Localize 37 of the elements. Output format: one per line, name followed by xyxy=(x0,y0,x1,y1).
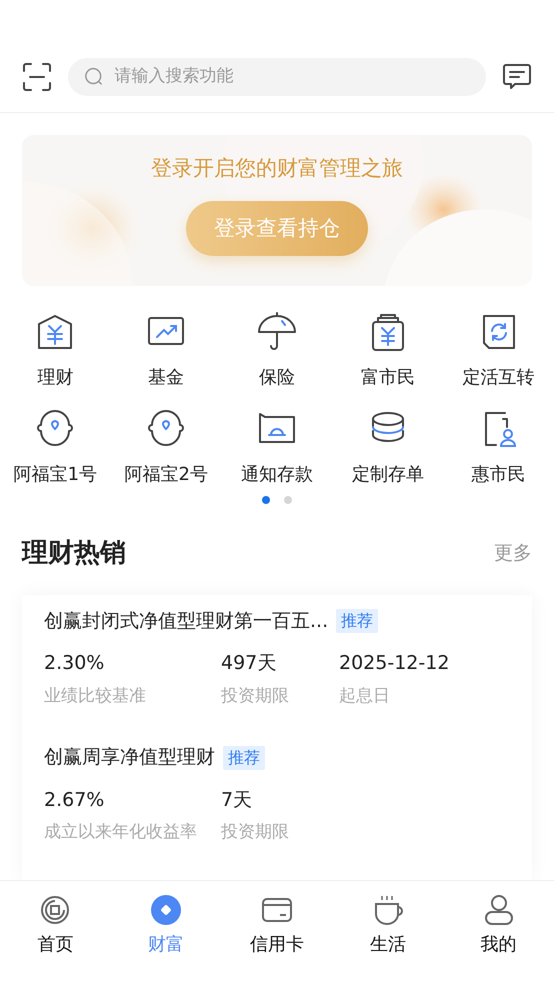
shortcut-item[interactable]: 保险 xyxy=(222,310,332,391)
shortcut-item[interactable]: 基金 xyxy=(110,310,222,391)
product-title: 创赢周享净值型理财 xyxy=(44,745,215,770)
metric-label: 投资期限 xyxy=(221,684,290,708)
wealth-icon xyxy=(149,892,184,927)
metric-value: 2.30% xyxy=(44,651,106,676)
metric-value: 7天 xyxy=(221,788,254,813)
product-title: 创赢封闭式净值型理财第一百五... xyxy=(44,608,328,634)
shortcut-item[interactable]: 通知存款 xyxy=(222,406,332,488)
metric-value: 2.67% xyxy=(44,788,106,813)
section-title: 理财热销 xyxy=(22,536,126,570)
tab-item[interactable]: 首页 xyxy=(0,892,111,963)
metric-value: 2025-12-12 xyxy=(339,651,450,676)
recommend-tag: 推荐 xyxy=(223,746,265,770)
tab-item[interactable]: 生活 xyxy=(332,892,444,963)
shortcut-item[interactable]: 阿福宝2号 xyxy=(110,406,222,488)
page-dot[interactable] xyxy=(262,496,270,504)
tab-item[interactable]: 信用卡 xyxy=(222,892,332,963)
tab-item[interactable]: 我的 xyxy=(443,892,554,963)
metric-label: 业绩比较基准 xyxy=(44,684,147,708)
scan-button[interactable] xyxy=(22,62,52,92)
recommend-tag: 推荐 xyxy=(336,609,378,634)
shortcut-item[interactable]: 定制存单 xyxy=(332,406,444,488)
metric-value: 497天 xyxy=(221,651,278,676)
search-bar[interactable]: 请输入搜索功能 xyxy=(68,58,486,96)
page-dot[interactable] xyxy=(284,496,292,504)
metric-label: 成立以来年化收益率 xyxy=(44,821,198,844)
search-field[interactable]: 请输入搜索功能 xyxy=(112,63,470,91)
banner-title: 登录开启您的财富管理之旅 xyxy=(151,155,403,182)
shortcut-item[interactable]: 富市民 xyxy=(332,310,444,391)
shortcut-item[interactable]: 定活互转 xyxy=(443,310,554,391)
metric-label: 投资期限 xyxy=(221,821,290,844)
shortcut-item[interactable]: 惠市民 xyxy=(443,406,554,488)
message-button[interactable] xyxy=(502,62,532,92)
shortcut-item[interactable]: 理财 xyxy=(0,310,111,391)
shortcut-item[interactable]: 阿福宝1号 xyxy=(0,406,111,488)
metric-label: 起息日 xyxy=(339,684,391,708)
